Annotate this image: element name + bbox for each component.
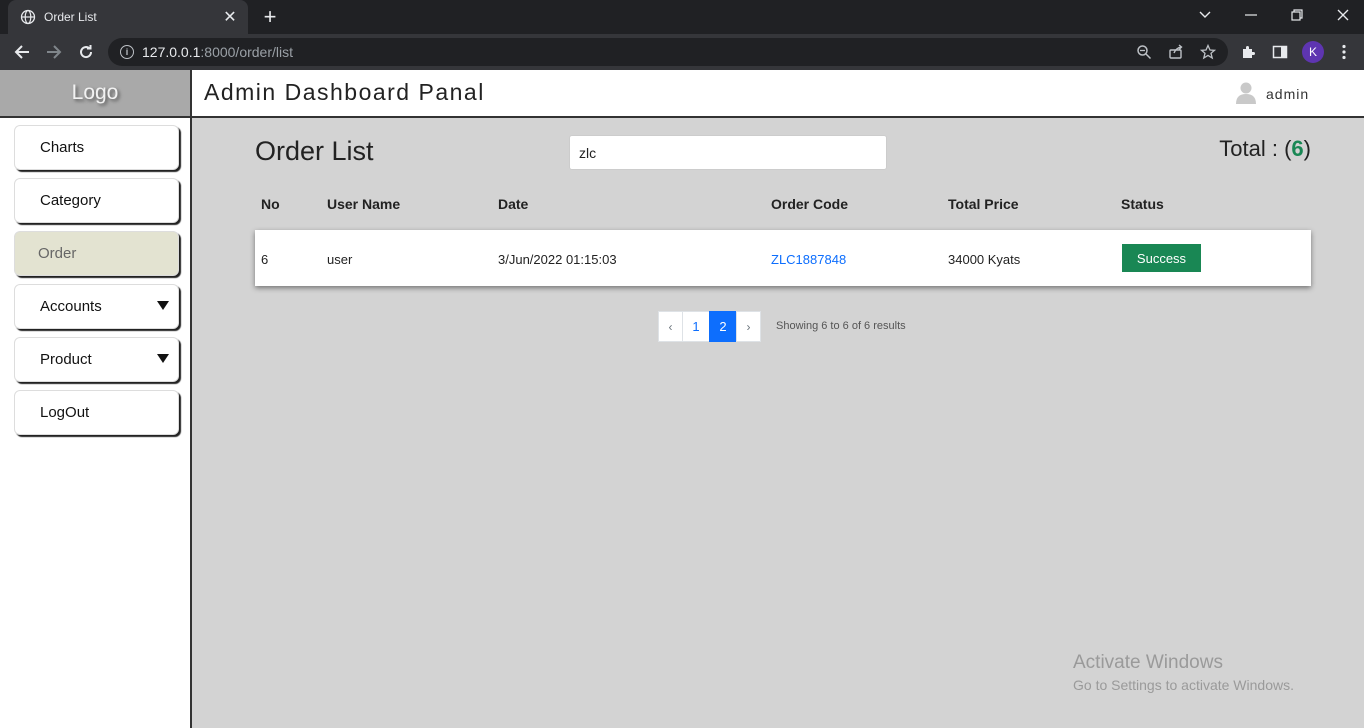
reload-icon[interactable] [74, 40, 98, 64]
new-tab-button[interactable]: + [258, 4, 282, 30]
close-window-icon[interactable] [1320, 0, 1364, 30]
tab-search-icon[interactable] [1182, 0, 1228, 30]
globe-icon [20, 9, 36, 25]
column-header-date: Date [498, 196, 529, 212]
sidebar-item-product[interactable]: Product [14, 337, 179, 382]
share-icon[interactable] [1166, 42, 1186, 62]
total-close: ) [1303, 136, 1311, 161]
browser-tab-bar: Order List ✕ + [0, 0, 1364, 34]
cell-total-price: 34000 Kyats [948, 252, 1021, 267]
windows-activation-watermark: Activate Windows Go to Settings to activ… [1073, 652, 1294, 693]
page-2-button[interactable]: 2 [709, 311, 737, 342]
url-path: :8000/order/list [200, 44, 293, 60]
sidebar-item-accounts[interactable]: Accounts [14, 284, 179, 329]
cell-date: 3/Jun/2022 01:15:03 [498, 252, 617, 267]
sidebar-item-label: Order [38, 245, 77, 262]
order-code-link[interactable]: ZLC1887848 [771, 252, 846, 267]
forward-icon[interactable] [42, 40, 66, 64]
total-label: Total : ( [1219, 136, 1292, 161]
sidebar-item-label: Accounts [40, 298, 102, 315]
user-name[interactable]: admin [1266, 86, 1309, 102]
sidebar-item-logout[interactable]: LogOut [14, 390, 179, 435]
prev-page-button[interactable]: ‹ [658, 311, 683, 342]
top-header: Admin Dashboard Panal admin [192, 70, 1364, 118]
url-host: 127.0.0.1 [142, 44, 201, 60]
watermark-line-2: Go to Settings to activate Windows. [1073, 677, 1294, 693]
url-bar[interactable]: i 127.0.0.1:8000/order/list [108, 38, 1228, 66]
sidebar-item-label: LogOut [40, 404, 90, 421]
logo: Logo [0, 70, 190, 118]
next-page-button[interactable]: › [736, 311, 761, 342]
column-header-total-price: Total Price [948, 196, 1019, 212]
dashboard-title: Admin Dashboard Panal [204, 79, 485, 105]
cell-no: 6 [261, 252, 269, 267]
bookmark-star-icon[interactable] [1198, 42, 1218, 62]
page-title: Order List [255, 136, 374, 166]
watermark-line-1: Activate Windows [1073, 652, 1223, 673]
total-count: Total : (6) [1219, 136, 1311, 162]
search-input[interactable] [569, 135, 887, 170]
browser-tab[interactable]: Order List ✕ [8, 0, 248, 34]
back-icon[interactable] [10, 40, 34, 64]
pagination: ‹ 1 2 › [658, 311, 761, 342]
zoom-icon[interactable] [1134, 42, 1154, 62]
column-header-order-code: Order Code [771, 196, 849, 212]
menu-dots-icon[interactable] [1334, 42, 1354, 62]
sidebar-item-label: Product [40, 351, 92, 368]
sidebar-item-charts[interactable]: Charts [14, 125, 179, 170]
site-info-icon[interactable]: i [120, 45, 134, 59]
caret-down-icon [157, 301, 169, 310]
extensions-icon[interactable] [1238, 42, 1258, 62]
sidebar-item-order[interactable]: Order [14, 231, 179, 276]
sidebar-item-label: Charts [40, 139, 85, 156]
side-panel-icon[interactable] [1270, 42, 1290, 62]
column-header-user-name: User Name [327, 196, 401, 212]
caret-down-icon [157, 354, 169, 363]
minimize-icon[interactable] [1228, 0, 1274, 30]
cell-user-name: user [327, 252, 353, 267]
user-avatar-icon[interactable] [1235, 81, 1257, 105]
tab-title: Order List [44, 10, 97, 24]
total-number: 6 [1291, 136, 1304, 161]
restore-icon[interactable] [1274, 0, 1320, 30]
address-toolbar: i 127.0.0.1:8000/order/list [0, 34, 1364, 70]
close-tab-icon[interactable]: ✕ [222, 7, 238, 27]
column-header-no: No [261, 196, 280, 212]
column-header-status: Status [1121, 196, 1164, 212]
status-badge[interactable]: Success [1122, 244, 1201, 272]
page-1-button[interactable]: 1 [682, 311, 710, 342]
sidebar-item-category[interactable]: Category [14, 178, 179, 223]
table-row: 6 user 3/Jun/2022 01:15:03 ZLC1887848 34… [255, 230, 1311, 286]
profile-avatar[interactable]: K [1302, 41, 1324, 63]
pagination-summary: Showing 6 to 6 of 6 results [776, 320, 906, 332]
sidebar-item-label: Category [40, 192, 101, 209]
